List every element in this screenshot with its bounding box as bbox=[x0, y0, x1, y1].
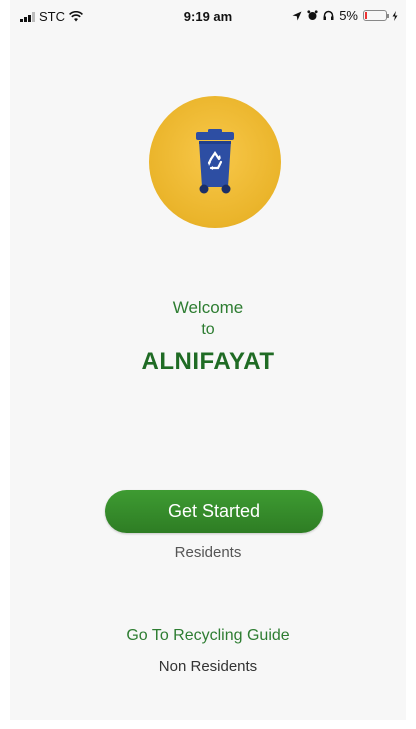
alarm-icon bbox=[307, 10, 318, 20]
battery-percent: 5% bbox=[339, 8, 358, 23]
recycling-bin-icon bbox=[196, 129, 234, 194]
app-logo bbox=[149, 96, 281, 228]
charging-icon bbox=[392, 10, 398, 21]
non-residents-caption: Non Residents bbox=[158, 658, 258, 675]
recycling-guide-link[interactable]: Go To Recycling Guide bbox=[10, 627, 406, 645]
phone-frame: STC 9:19 am 5% Welcome to ALNIFAYAT Get … bbox=[0, 0, 416, 729]
get-started-button[interactable]: Get Started bbox=[105, 490, 323, 533]
welcome-to-text: to bbox=[201, 321, 215, 338]
welcome-screen: STC 9:19 am 5% Welcome to ALNIFAYAT Get … bbox=[10, 0, 406, 720]
status-bar: STC 9:19 am 5% bbox=[10, 0, 406, 30]
location-icon bbox=[292, 11, 302, 20]
app-name: ALNIFAYAT bbox=[141, 348, 275, 375]
status-right: 5% bbox=[292, 8, 398, 23]
battery-icon bbox=[363, 10, 389, 21]
welcome-text: Welcome bbox=[172, 298, 244, 317]
residents-caption: Residents bbox=[174, 544, 242, 561]
headphones-icon bbox=[323, 10, 334, 20]
